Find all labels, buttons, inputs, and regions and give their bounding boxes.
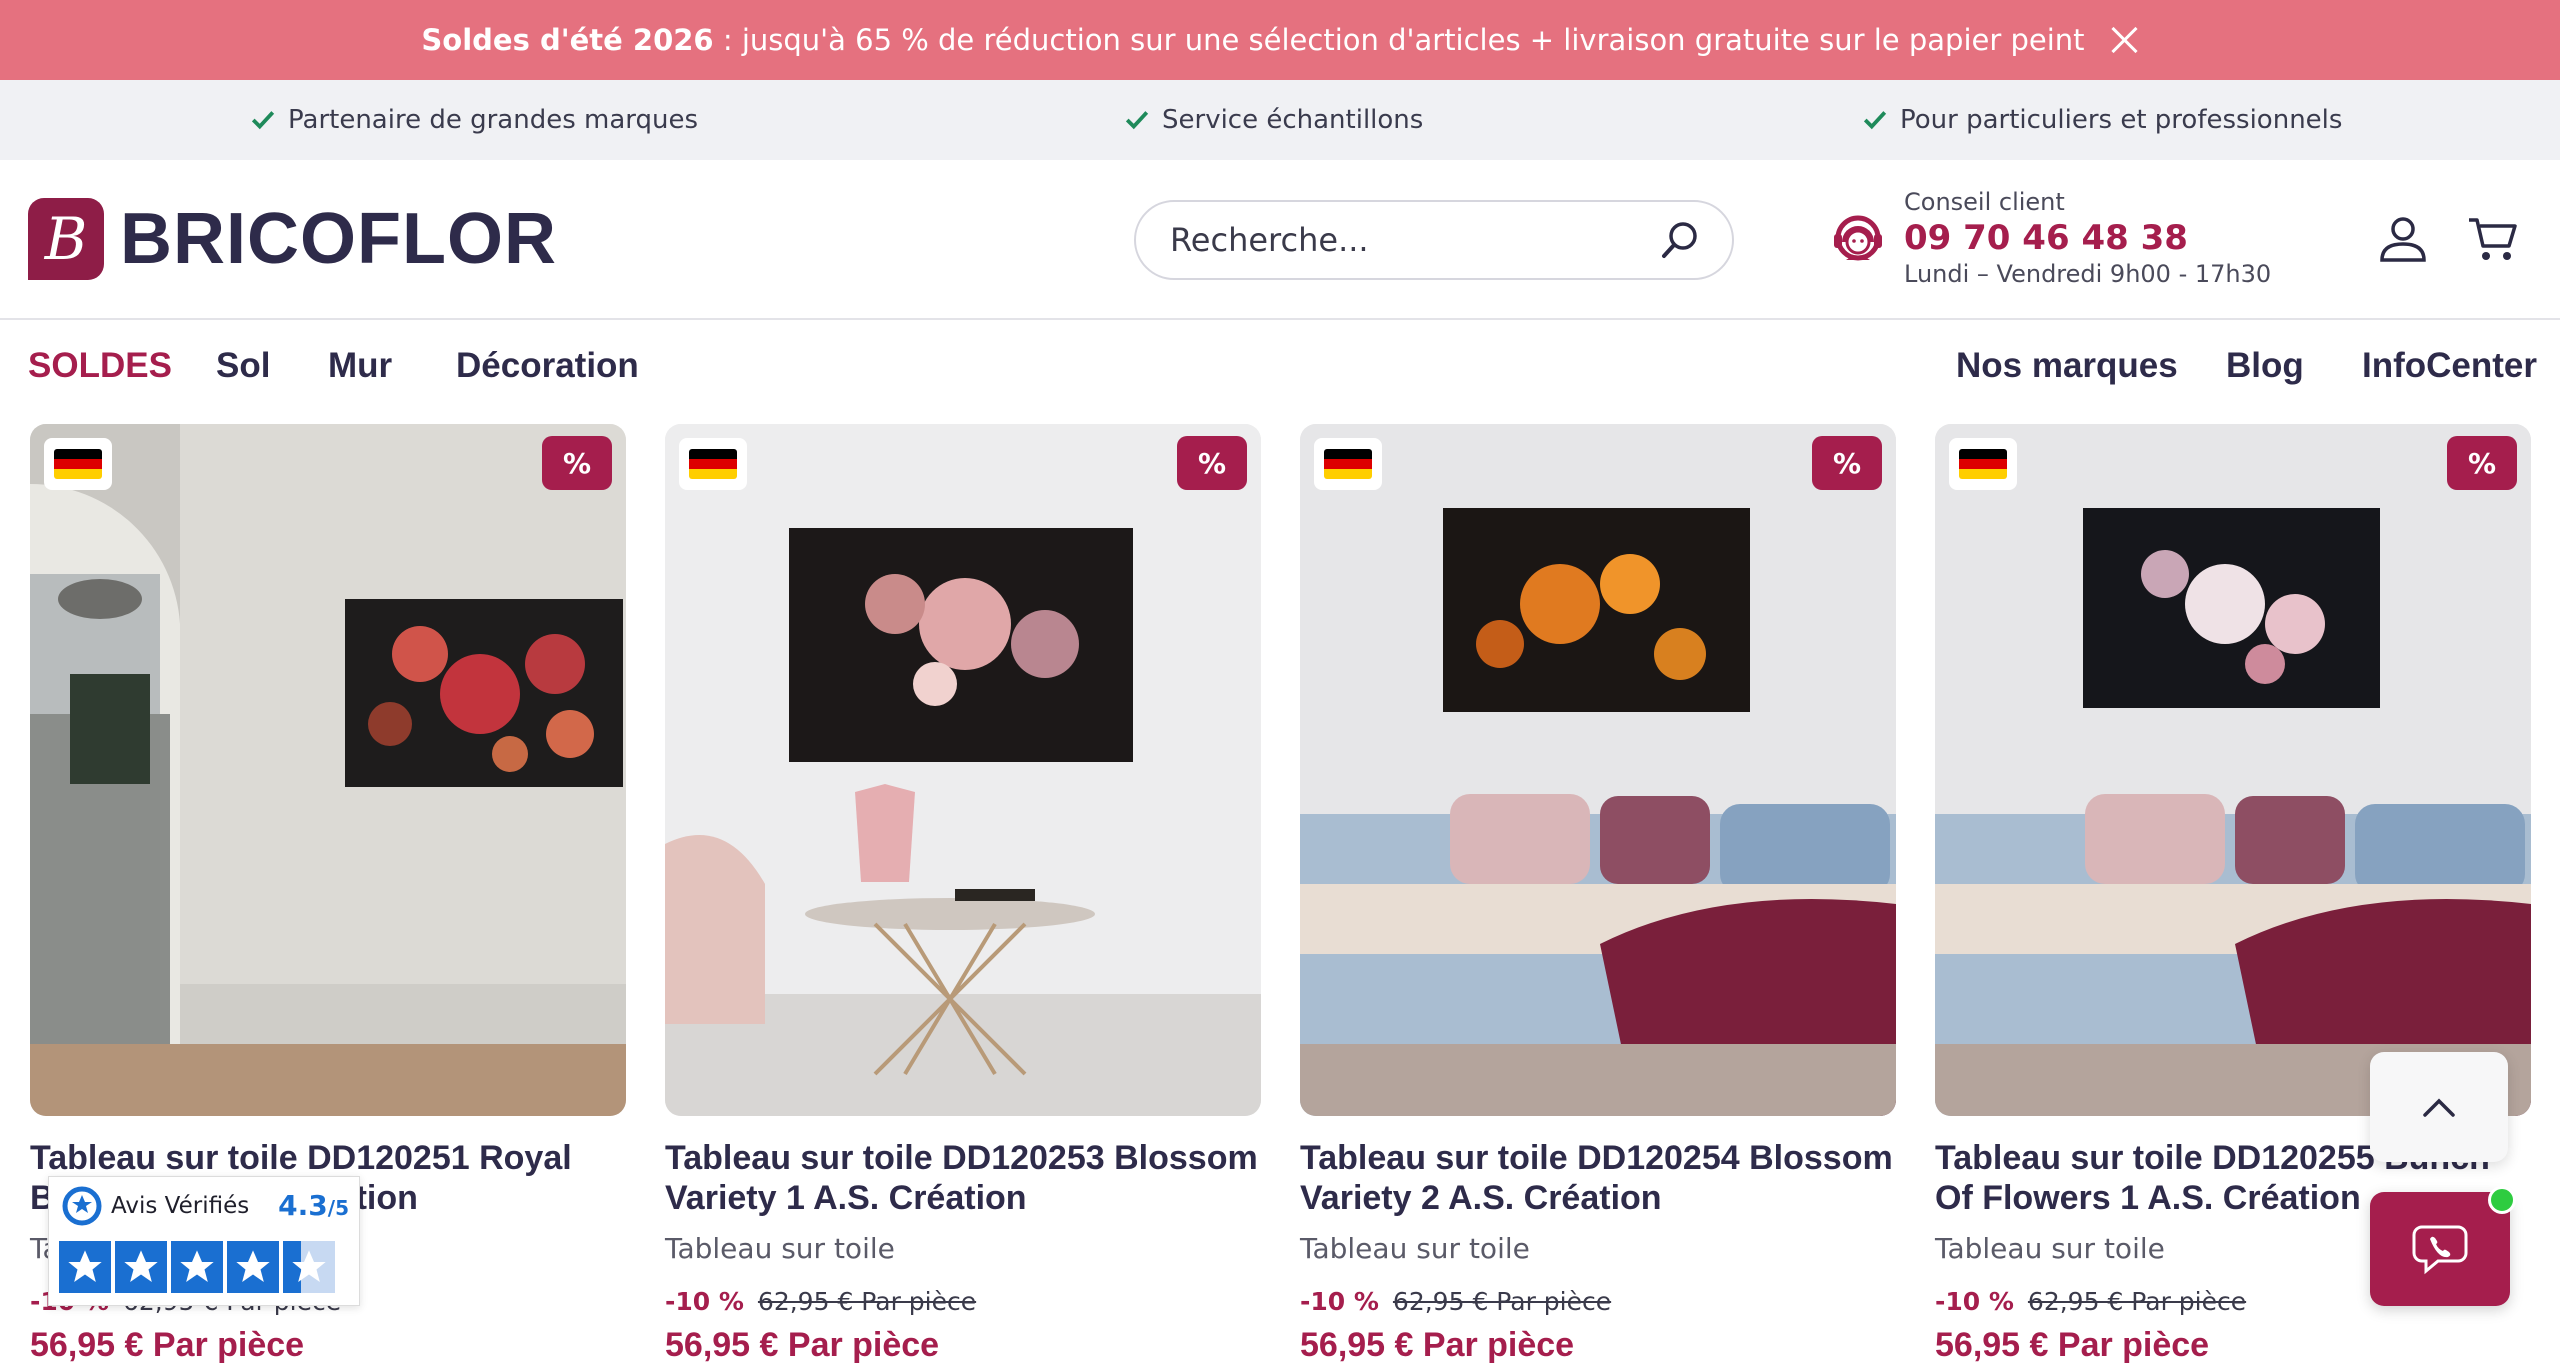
product-image[interactable]: % (1300, 424, 1896, 1116)
nav-item-soldes[interactable]: SOLDES (28, 346, 172, 386)
check-icon (1125, 111, 1149, 130)
product-card[interactable]: % Tableau sur toile DD120254 Blossom Var… (1300, 424, 1896, 1365)
product-name[interactable]: Tableau sur toile DD120253 Blossom Varie… (665, 1138, 1261, 1218)
room-scene-image (1935, 424, 2531, 1116)
promo-text: Soldes d'été 2026 : jusqu'à 65 % de rédu… (421, 23, 2085, 57)
flag-germany-icon (1949, 438, 2017, 490)
chevron-up-icon (2423, 1098, 2455, 1117)
check-icon (1863, 111, 1887, 130)
check-icon (251, 111, 275, 130)
product-category: Tableau sur toile (665, 1232, 895, 1265)
product-card[interactable]: % Tableau sur toile DD120253 Blossom Var… (665, 424, 1261, 1365)
usp-item: Partenaire de grandes marques (250, 80, 698, 160)
rating-stars (59, 1241, 335, 1293)
customer-support: Conseil client 09 70 46 48 38 Lundi – Ve… (1828, 188, 2271, 288)
room-scene-image (1300, 424, 1896, 1116)
star-icon (59, 1241, 111, 1293)
support-phone[interactable]: 09 70 46 48 38 (1904, 218, 2271, 258)
nav-item-decoration[interactable]: Décoration (456, 346, 639, 386)
nav-item-nos-marques[interactable]: Nos marques (1956, 346, 2178, 386)
search-icon[interactable] (1658, 218, 1702, 262)
nav-item-infocenter[interactable]: InfoCenter (2362, 346, 2537, 386)
room-scene-image (665, 424, 1261, 1116)
support-hours: Lundi – Vendredi 9h00 - 17h30 (1904, 260, 2272, 288)
flag-germany-icon (1314, 438, 1382, 490)
star-icon (171, 1241, 223, 1293)
star-half-icon (283, 1241, 335, 1293)
logo-text: BRICOFLOR (120, 199, 557, 279)
star-icon (227, 1241, 279, 1293)
close-icon[interactable] (2109, 25, 2139, 55)
online-status-dot (2488, 1186, 2516, 1214)
room-scene-image (30, 424, 626, 1116)
product-discount: -10 %62,95 € Par pièce (665, 1287, 977, 1316)
product-name[interactable]: Tableau sur toile DD120254 Blossom Varie… (1300, 1138, 1896, 1218)
headset-agent-icon (1834, 215, 1882, 261)
logo[interactable]: B BRICOFLOR (28, 198, 557, 280)
discount-badge: % (1812, 436, 1882, 490)
flag-germany-icon (679, 438, 747, 490)
reviews-logo-icon (62, 1186, 102, 1226)
product-image[interactable]: % (1935, 424, 2531, 1116)
product-image[interactable]: % (30, 424, 626, 1116)
product-price: 56,95 € Par pièce (1935, 1326, 2210, 1364)
site-header: B BRICOFLOR Conseil client 09 70 46 48 3… (0, 160, 2560, 320)
promo-banner: Soldes d'été 2026 : jusqu'à 65 % de rédu… (0, 0, 2560, 80)
chat-button[interactable] (2370, 1186, 2516, 1306)
cart-icon[interactable] (2466, 212, 2520, 266)
nav-item-mur[interactable]: Mur (328, 346, 392, 386)
product-discount: -10 %62,95 € Par pièce (1300, 1287, 1612, 1316)
main-nav: SOLDES Sol Mur Décoration Nos marques Bl… (0, 320, 2560, 420)
reviews-widget[interactable]: Avis Vérifiés 4.3/5 (48, 1176, 360, 1306)
logo-mark: B (28, 198, 104, 280)
usp-item: Service échantillons (1124, 80, 1423, 160)
product-image[interactable]: % (665, 424, 1261, 1116)
nav-item-sol[interactable]: Sol (216, 346, 270, 386)
nav-item-blog[interactable]: Blog (2226, 346, 2304, 386)
support-label: Conseil client (1904, 188, 2065, 216)
scroll-top-button[interactable] (2370, 1052, 2508, 1162)
usp-item: Pour particuliers et professionnels (1862, 80, 2342, 160)
search-box (1134, 200, 1734, 280)
reviews-brand: Avis Vérifiés (111, 1193, 250, 1219)
chat-phone-icon (2412, 1225, 2468, 1275)
search-input[interactable] (1168, 220, 1658, 260)
discount-badge: % (1177, 436, 1247, 490)
product-price: 56,95 € Par pièce (665, 1326, 940, 1364)
discount-badge: % (542, 436, 612, 490)
product-category: Tableau sur toile (1300, 1232, 1530, 1265)
star-icon (115, 1241, 167, 1293)
product-price: 56,95 € Par pièce (1300, 1326, 1575, 1364)
reviews-score: 4.3/5 (278, 1189, 349, 1222)
account-icon[interactable] (2376, 212, 2430, 266)
discount-badge: % (2447, 436, 2517, 490)
product-price: 56,95 € Par pièce (30, 1326, 305, 1364)
usp-bar: Partenaire de grandes marques Service éc… (0, 80, 2560, 160)
flag-germany-icon (44, 438, 112, 490)
